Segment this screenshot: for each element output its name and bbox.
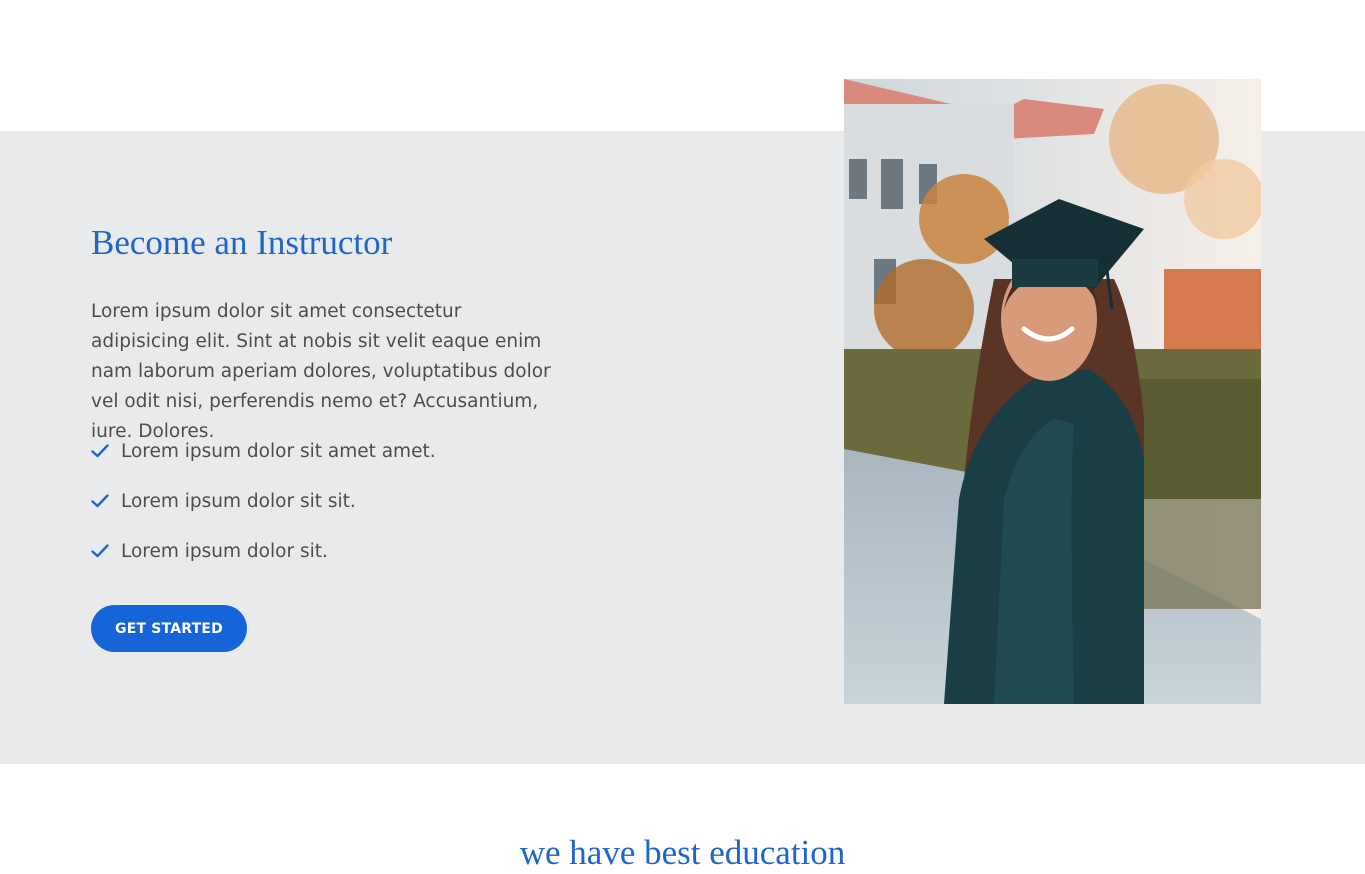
- instructor-title: Become an Instructor: [91, 223, 393, 262]
- check-icon: [91, 444, 109, 458]
- check-icon: [91, 544, 109, 558]
- feature-checklist: Lorem ipsum dolor sit amet amet. Lorem i…: [91, 436, 436, 586]
- section-title-education: we have best education: [519, 833, 846, 872]
- graduate-photo: [844, 79, 1261, 704]
- checklist-item: Lorem ipsum dolor sit amet amet.: [91, 436, 436, 466]
- graduate-illustration: [844, 79, 1261, 704]
- checklist-item: Lorem ipsum dolor sit.: [91, 536, 436, 566]
- instructor-description: Lorem ipsum dolor sit amet consectetur a…: [91, 301, 551, 442]
- checklist-item-text: Lorem ipsum dolor sit.: [121, 540, 328, 562]
- checklist-item-text: Lorem ipsum dolor sit sit.: [121, 490, 356, 512]
- checklist-item: Lorem ipsum dolor sit sit.: [91, 486, 436, 516]
- check-icon: [91, 494, 109, 508]
- checklist-item-text: Lorem ipsum dolor sit amet amet.: [121, 440, 436, 462]
- get-started-button[interactable]: GET STARTED: [91, 605, 247, 652]
